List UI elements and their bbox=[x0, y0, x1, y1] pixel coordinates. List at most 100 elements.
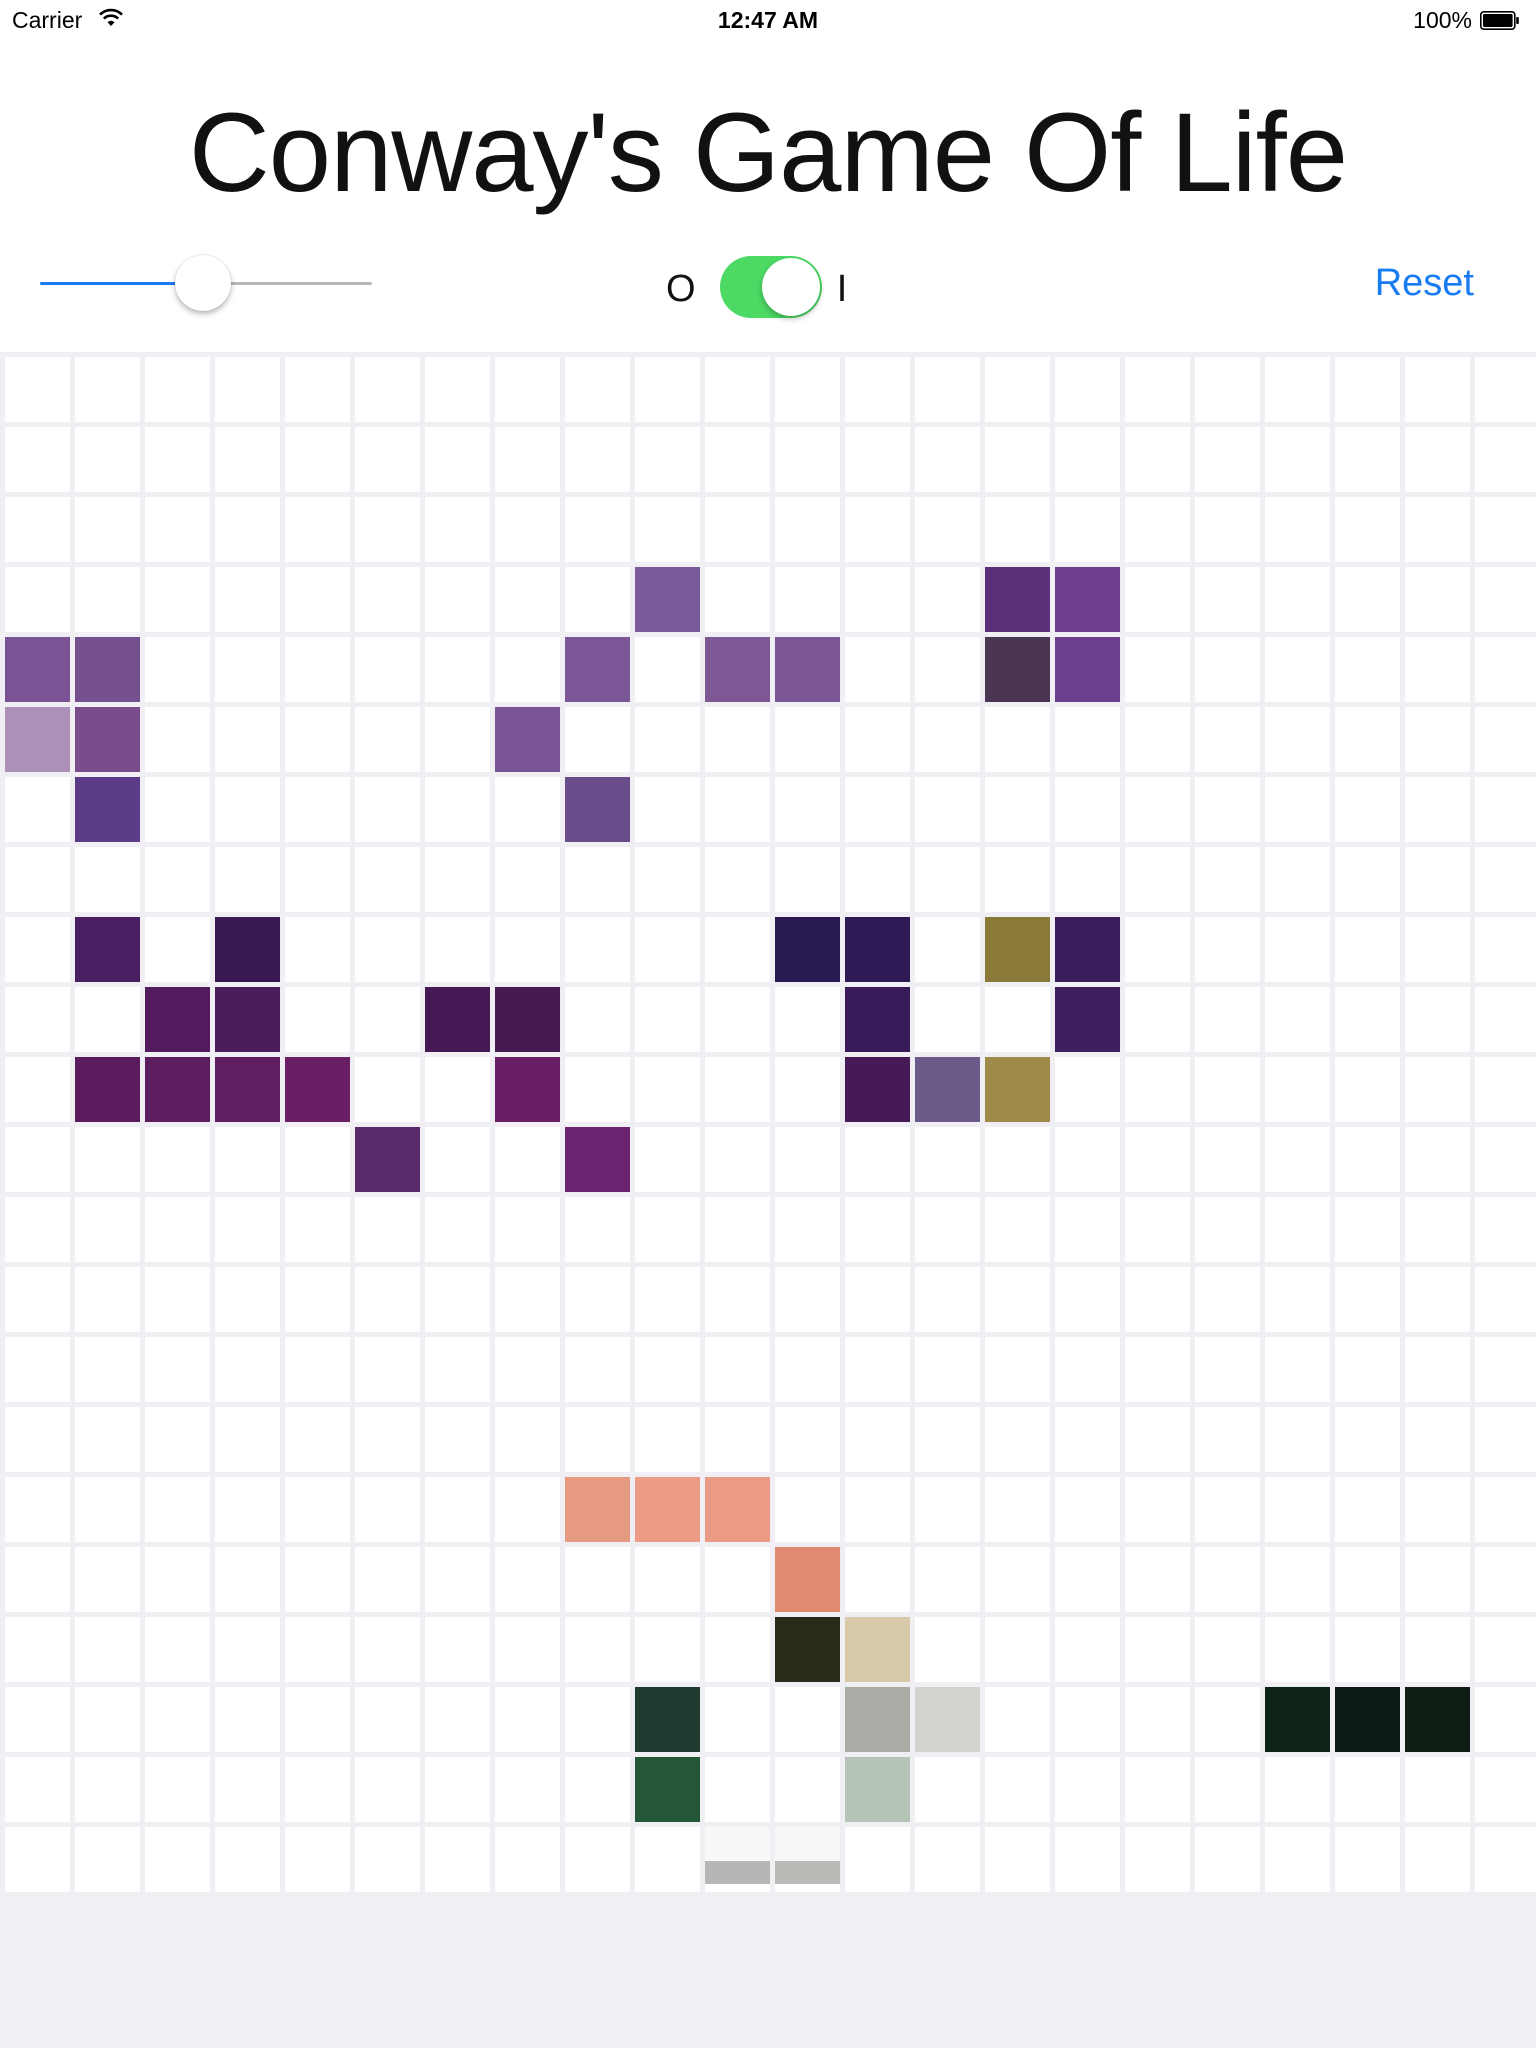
grid-cell-alive[interactable] bbox=[1055, 567, 1120, 632]
grid-cell[interactable] bbox=[1335, 707, 1400, 772]
grid-cell[interactable] bbox=[1335, 1617, 1400, 1682]
grid-cell[interactable] bbox=[495, 1267, 560, 1332]
grid-cell-alive[interactable] bbox=[985, 1057, 1050, 1122]
grid-cell[interactable] bbox=[915, 427, 980, 492]
grid-cell[interactable] bbox=[1265, 1127, 1330, 1192]
grid-cell[interactable] bbox=[425, 777, 490, 842]
grid-cell[interactable] bbox=[845, 427, 910, 492]
grid-cell[interactable] bbox=[5, 1757, 70, 1822]
grid-cell[interactable] bbox=[75, 1127, 140, 1192]
grid-cell[interactable] bbox=[425, 1267, 490, 1332]
grid-cell[interactable] bbox=[635, 1197, 700, 1262]
grid-cell-alive[interactable] bbox=[775, 1547, 840, 1612]
grid-cell[interactable] bbox=[565, 1337, 630, 1402]
grid-cell[interactable] bbox=[495, 777, 560, 842]
grid-cell[interactable] bbox=[845, 567, 910, 632]
grid-cell[interactable] bbox=[635, 497, 700, 562]
grid-cell[interactable] bbox=[1195, 1827, 1260, 1892]
grid-cell[interactable] bbox=[495, 1757, 560, 1822]
grid-cell[interactable] bbox=[915, 777, 980, 842]
grid-cell[interactable] bbox=[845, 1547, 910, 1612]
grid-cell[interactable] bbox=[1055, 1267, 1120, 1332]
grid-cell[interactable] bbox=[425, 1197, 490, 1262]
grid-cell[interactable] bbox=[705, 1687, 770, 1752]
grid-cell[interactable] bbox=[1195, 1617, 1260, 1682]
grid-cell[interactable] bbox=[845, 1407, 910, 1472]
grid-cell[interactable] bbox=[145, 847, 210, 912]
grid-cell[interactable] bbox=[775, 707, 840, 772]
grid-cell[interactable] bbox=[635, 1127, 700, 1192]
grid-cell[interactable] bbox=[1335, 567, 1400, 632]
grid-cell[interactable] bbox=[1055, 777, 1120, 842]
grid-cell[interactable] bbox=[775, 357, 840, 422]
grid-cell[interactable] bbox=[1475, 1617, 1536, 1682]
grid-cell-alive[interactable] bbox=[705, 1827, 770, 1892]
grid-cell[interactable] bbox=[355, 1407, 420, 1472]
grid-cell[interactable] bbox=[145, 1197, 210, 1262]
grid-cell[interactable] bbox=[285, 497, 350, 562]
grid-cell[interactable] bbox=[1265, 1617, 1330, 1682]
grid-cell[interactable] bbox=[1195, 1547, 1260, 1612]
grid-cell[interactable] bbox=[495, 1547, 560, 1612]
grid-cell-alive[interactable] bbox=[705, 1477, 770, 1542]
grid-cell[interactable] bbox=[985, 707, 1050, 772]
reset-button[interactable]: Reset bbox=[1375, 262, 1474, 305]
grid-cell[interactable] bbox=[1335, 1827, 1400, 1892]
grid-cell-alive[interactable] bbox=[75, 637, 140, 702]
grid-cell-alive[interactable] bbox=[775, 917, 840, 982]
grid-cell[interactable] bbox=[285, 1827, 350, 1892]
grid-cell[interactable] bbox=[1125, 1407, 1190, 1472]
grid-cell[interactable] bbox=[845, 1267, 910, 1332]
grid-cell[interactable] bbox=[425, 1617, 490, 1682]
grid-cell[interactable] bbox=[565, 1407, 630, 1472]
grid-cell[interactable] bbox=[5, 1267, 70, 1332]
grid-cell-alive[interactable] bbox=[145, 987, 210, 1052]
grid-cell[interactable] bbox=[1475, 1337, 1536, 1402]
grid-cell[interactable] bbox=[285, 917, 350, 982]
grid-cell[interactable] bbox=[425, 917, 490, 982]
grid-cell[interactable] bbox=[915, 1757, 980, 1822]
grid-cell-alive[interactable] bbox=[565, 1127, 630, 1192]
grid-cell[interactable] bbox=[565, 357, 630, 422]
grid-cell[interactable] bbox=[915, 1197, 980, 1262]
grid-cell[interactable] bbox=[75, 1617, 140, 1682]
grid-cell[interactable] bbox=[5, 427, 70, 492]
grid-cell-alive[interactable] bbox=[775, 1617, 840, 1682]
grid-cell[interactable] bbox=[75, 1337, 140, 1402]
grid-cell[interactable] bbox=[1195, 1127, 1260, 1192]
grid-cell[interactable] bbox=[1335, 1547, 1400, 1612]
grid-cell[interactable] bbox=[1405, 847, 1470, 912]
grid-cell[interactable] bbox=[495, 1407, 560, 1472]
grid-cell[interactable] bbox=[495, 427, 560, 492]
grid-cell[interactable] bbox=[145, 427, 210, 492]
grid-cell[interactable] bbox=[635, 1267, 700, 1332]
grid-cell[interactable] bbox=[1405, 707, 1470, 772]
grid-cell[interactable] bbox=[1475, 1757, 1536, 1822]
grid-cell[interactable] bbox=[1125, 567, 1190, 632]
grid-cell[interactable] bbox=[1405, 1057, 1470, 1122]
grid-cell[interactable] bbox=[1125, 987, 1190, 1052]
grid-cell[interactable] bbox=[565, 1617, 630, 1682]
grid-cell[interactable] bbox=[775, 1757, 840, 1822]
grid-cell[interactable] bbox=[145, 1337, 210, 1402]
grid-cell[interactable] bbox=[705, 1617, 770, 1682]
grid-cell[interactable] bbox=[145, 1827, 210, 1892]
grid-cell[interactable] bbox=[355, 637, 420, 702]
grid-cell[interactable] bbox=[1475, 1407, 1536, 1472]
grid-cell[interactable] bbox=[1335, 777, 1400, 842]
grid-cell[interactable] bbox=[425, 707, 490, 772]
grid-cell[interactable] bbox=[495, 637, 560, 702]
grid-cell[interactable] bbox=[985, 357, 1050, 422]
grid-cell[interactable] bbox=[495, 847, 560, 912]
grid-cell[interactable] bbox=[5, 1407, 70, 1472]
grid-cell[interactable] bbox=[145, 777, 210, 842]
grid-cell[interactable] bbox=[985, 497, 1050, 562]
grid-cell[interactable] bbox=[1055, 1827, 1120, 1892]
grid-cell[interactable] bbox=[1335, 1057, 1400, 1122]
grid-cell[interactable] bbox=[1055, 1127, 1120, 1192]
grid-cell[interactable] bbox=[705, 1197, 770, 1262]
grid-cell[interactable] bbox=[1195, 847, 1260, 912]
grid-cell[interactable] bbox=[355, 917, 420, 982]
grid-cell[interactable] bbox=[1195, 1687, 1260, 1752]
grid-cell[interactable] bbox=[425, 1337, 490, 1402]
